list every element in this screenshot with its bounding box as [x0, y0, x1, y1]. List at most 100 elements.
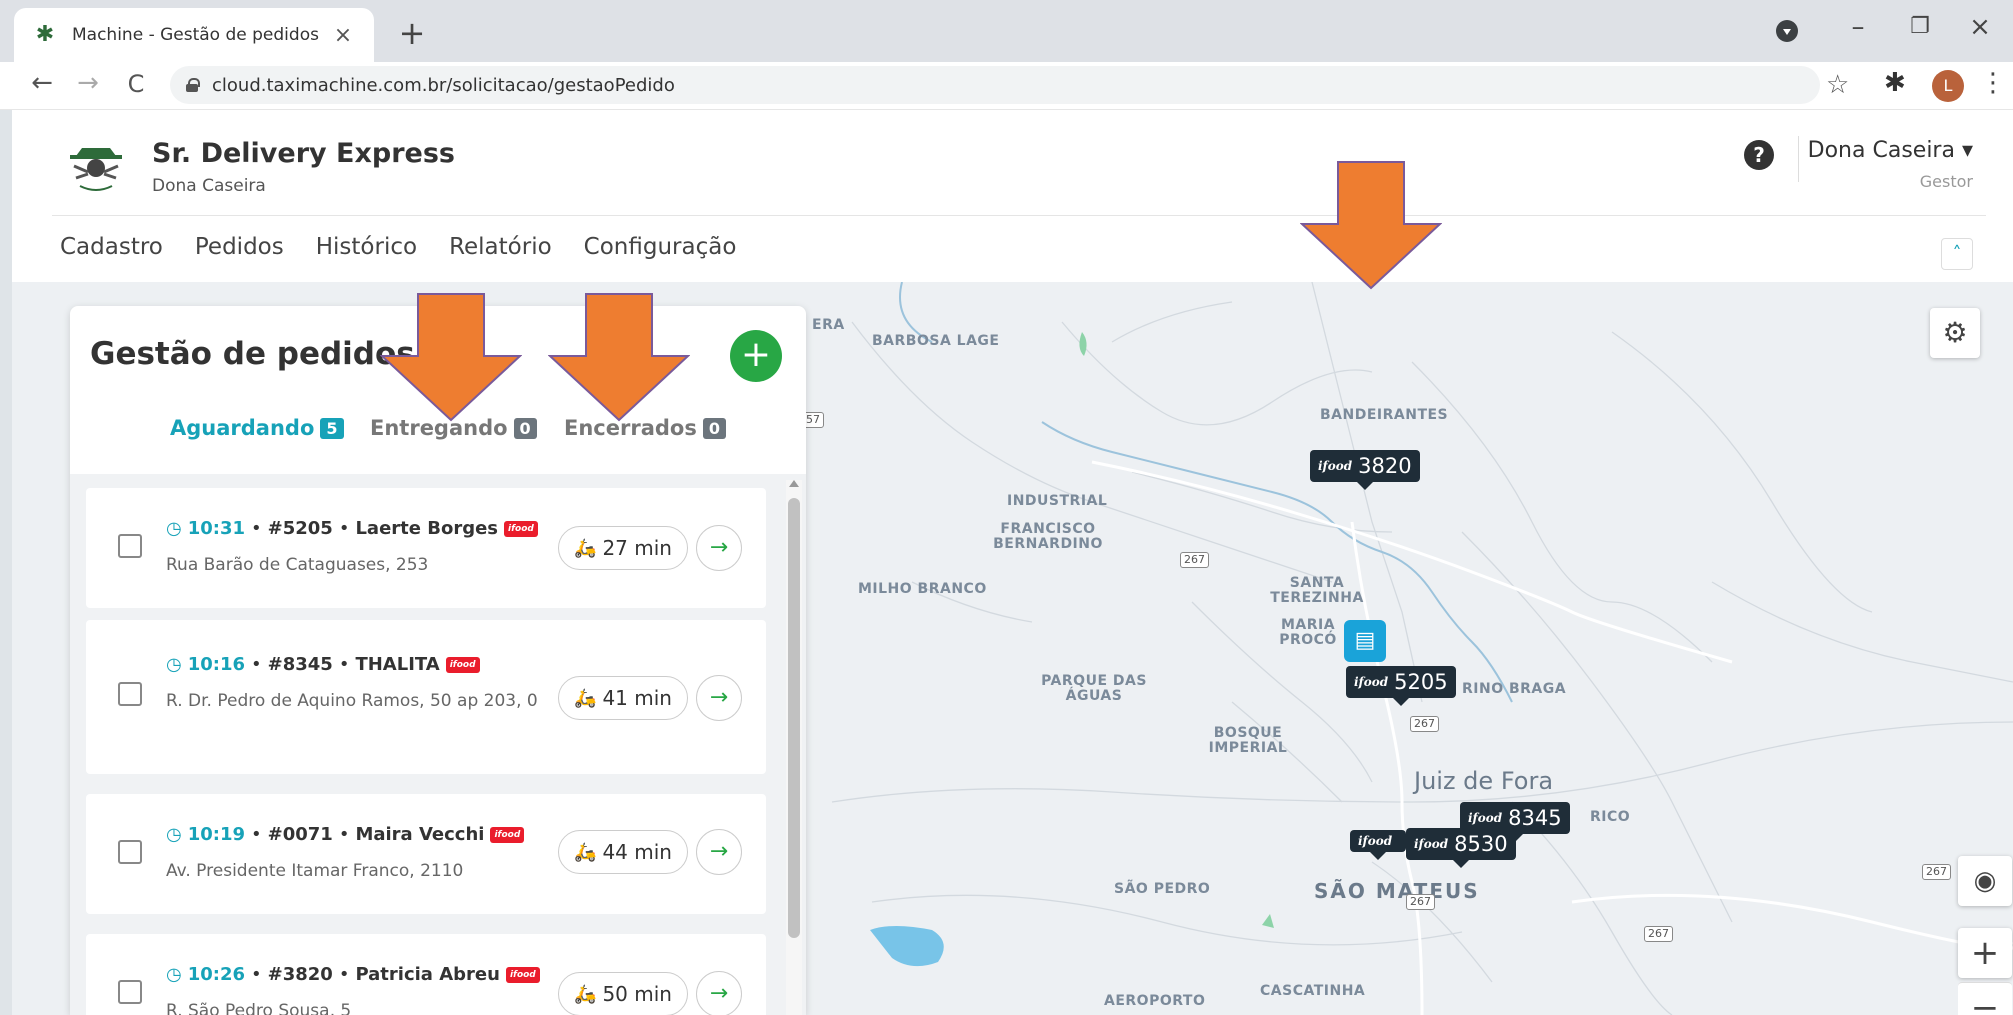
order-pin-3820[interactable]: ifood 3820: [1310, 450, 1420, 490]
order-time: 10:19: [187, 824, 246, 845]
map-label-barbosa-lage: BARBOSA LAGE: [872, 333, 1000, 349]
order-card[interactable]: ◷ 10:19 • #0071 • Maira Vecchi ifood Av.…: [86, 794, 766, 914]
order-time: 10:16: [187, 654, 246, 675]
annotation-arrow-icon: [548, 293, 690, 422]
browser-tab[interactable]: ✱ Machine - Gestão de pedidos ×: [14, 8, 374, 62]
url-field[interactable]: cloud.taximachine.com.br/solicitacao/ges…: [170, 66, 1820, 104]
ifood-badge-icon: ifood: [505, 966, 540, 983]
new-tab-button[interactable]: +: [392, 14, 432, 52]
user-menu[interactable]: Dona Caseira ▾: [1808, 138, 1973, 163]
separator: •: [338, 964, 350, 985]
pin-number: 3820: [1358, 454, 1412, 478]
panel-title: Gestão de pedidos: [90, 336, 415, 372]
lock-icon: [186, 78, 200, 92]
pin-number: 8345: [1508, 806, 1562, 830]
order-code: #3820: [267, 964, 333, 985]
map-label-parque-das-aguas: PARQUE DAS ÁGUAS: [1041, 673, 1147, 704]
nav-relatorio[interactable]: Relatório: [449, 234, 552, 260]
tab-close-icon[interactable]: ×: [330, 23, 356, 48]
collapse-header-button[interactable]: ˄: [1941, 238, 1973, 270]
map-label-cascatinha: CASCATINHA: [1260, 983, 1366, 999]
scroll-thumb[interactable]: [788, 498, 800, 938]
order-card[interactable]: ◷ 10:31 • #5205 • Laerte Borges ifood Ru…: [86, 488, 766, 608]
separator: •: [338, 654, 350, 675]
dispatch-order-button[interactable]: →: [696, 675, 742, 721]
pin-number: 8530: [1454, 832, 1508, 856]
eta-pill: 🛵 41 min: [558, 676, 688, 720]
locate-me-button[interactable]: ◉: [1958, 856, 2012, 906]
restore-button[interactable]: ❐: [1900, 14, 1940, 39]
order-code: #5205: [267, 518, 333, 539]
brand-name: Sr. Delivery Express: [152, 138, 455, 169]
ifood-logo-icon: ifood: [1468, 811, 1503, 825]
map-label-sao-pedro: SÃO PEDRO: [1114, 881, 1211, 897]
order-summary: ◷ 10:26 • #3820 • Patricia Abreu ifood: [166, 964, 540, 985]
orders-scrollbar[interactable]: [786, 480, 802, 1015]
order-code: #8345: [267, 654, 333, 675]
nav-pedidos[interactable]: Pedidos: [195, 234, 284, 260]
tab-aguardando[interactable]: Aguardando 5: [170, 416, 344, 440]
browser-menu-icon[interactable]: ⋮: [1980, 68, 2006, 98]
reload-button[interactable]: C: [118, 70, 154, 98]
zoom-in-button[interactable]: +: [1958, 928, 2012, 978]
map-label-rino-braga: RINO BRAGA: [1462, 681, 1567, 697]
motorcycle-icon: 🛵: [574, 537, 597, 559]
media-control-icon[interactable]: [1776, 20, 1798, 42]
zoom-out-button[interactable]: −: [1958, 982, 2012, 1015]
main-nav: Cadastro Pedidos Histórico Relatório Con…: [60, 234, 736, 260]
map-settings-button[interactable]: ⚙: [1930, 308, 1980, 358]
close-window-button[interactable]: ×: [1960, 12, 2000, 42]
eta-value: 50 min: [602, 982, 672, 1006]
eta-value: 41 min: [602, 686, 672, 710]
order-customer: Patricia Abreu: [355, 964, 500, 985]
eta-pill: 🛵 44 min: [558, 830, 688, 874]
browser-tab-bar: ✱ Machine - Gestão de pedidos × + – ❐ ×: [0, 0, 2013, 62]
back-button[interactable]: ←: [24, 68, 60, 98]
dispatch-order-button[interactable]: →: [696, 829, 742, 875]
tab-label: Aguardando: [170, 416, 315, 440]
bookmark-star-icon[interactable]: ☆: [1826, 70, 1849, 100]
separator: •: [251, 518, 262, 539]
separator: •: [251, 824, 262, 845]
nav-configuracao[interactable]: Configuração: [584, 234, 737, 260]
order-pin-stacked[interactable]: ifood: [1350, 830, 1407, 860]
scroll-up-icon[interactable]: [789, 480, 799, 487]
order-address: Rua Barão de Cataguases, 253: [166, 555, 429, 575]
profile-avatar[interactable]: L: [1932, 70, 1964, 102]
dispatch-order-button[interactable]: →: [696, 525, 742, 571]
order-checkbox[interactable]: [118, 840, 142, 864]
app-header: Sr. Delivery Express Dona Caseira ? Dona…: [12, 110, 2013, 282]
map-label-juiz-de-fora: Juiz de Fora: [1414, 767, 1554, 795]
order-address: R. Dr. Pedro de Aquino Ramos, 50 ap 203,…: [166, 691, 538, 711]
order-card[interactable]: ◷ 10:16 • #8345 • THALITA ifood R. Dr. P…: [86, 620, 766, 774]
help-icon[interactable]: ?: [1744, 140, 1774, 170]
motorcycle-icon: 🛵: [574, 687, 597, 709]
eta-value: 44 min: [602, 840, 672, 864]
order-card[interactable]: ◷ 10:26 • #3820 • Patricia Abreu ifood R…: [86, 934, 766, 1015]
add-order-button[interactable]: +: [730, 330, 782, 382]
ifood-logo-icon: ifood: [1358, 834, 1393, 848]
order-summary: ◷ 10:16 • #8345 • THALITA ifood: [166, 654, 480, 675]
order-checkbox[interactable]: [118, 682, 142, 706]
order-checkbox[interactable]: [118, 534, 142, 558]
forward-button[interactable]: →: [70, 68, 106, 98]
eta-pill: 🛵 27 min: [558, 526, 688, 570]
order-checkbox[interactable]: [118, 980, 142, 1004]
nav-historico[interactable]: Histórico: [316, 234, 417, 260]
clock-icon: ◷: [166, 964, 182, 985]
brand-logo-icon: [70, 148, 122, 191]
road-shield: 267: [1180, 552, 1209, 568]
map-label-santa-terezinha: SANTA TEREZINHA: [1270, 575, 1364, 606]
store-location-icon[interactable]: ▤: [1344, 620, 1386, 662]
annotation-arrow-icon: [380, 293, 522, 422]
orders-list[interactable]: ◷ 10:31 • #5205 • Laerte Borges ifood Ru…: [70, 474, 806, 1015]
minimize-button[interactable]: –: [1838, 12, 1878, 42]
separator: •: [338, 824, 350, 845]
dispatch-order-button[interactable]: →: [696, 971, 742, 1015]
order-pin-5205[interactable]: ifood 5205: [1346, 666, 1456, 706]
nav-cadastro[interactable]: Cadastro: [60, 234, 163, 260]
order-pin-8530[interactable]: ifood 8530: [1406, 828, 1516, 868]
extensions-icon[interactable]: ✱: [1884, 68, 1906, 98]
count-badge: 0: [702, 417, 726, 439]
separator: •: [251, 654, 262, 675]
